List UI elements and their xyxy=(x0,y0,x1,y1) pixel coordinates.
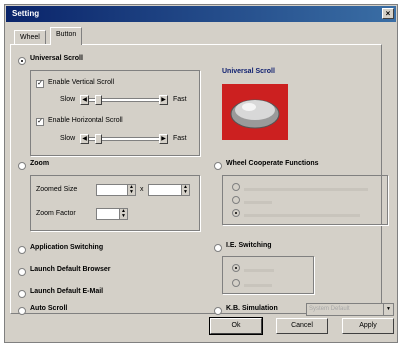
enable-vertical-label: Enable Vertical Scroll xyxy=(48,79,115,86)
ie-switching-radio[interactable] xyxy=(214,244,222,252)
horizontal-slider-left-button[interactable]: ◀ xyxy=(80,134,89,144)
kb-simulation-radio[interactable] xyxy=(214,307,222,315)
window-title: Setting xyxy=(12,9,40,18)
wheel-cooperate-option-2-radio[interactable] xyxy=(232,196,240,204)
apply-button[interactable]: Apply xyxy=(342,318,394,334)
launch-browser-label: Launch Default Browser xyxy=(30,266,111,273)
tab-wheel[interactable]: Wheel xyxy=(14,30,46,44)
wheel-cooperate-option-3-radio[interactable] xyxy=(232,209,240,217)
auto-scroll-radio[interactable] xyxy=(18,307,26,315)
zoomed-width-spin-arrows[interactable]: ▲ ▼ xyxy=(127,185,135,195)
horizontal-slider-right-button[interactable]: ▶ xyxy=(159,134,168,144)
universal-scroll-label: Universal Scroll xyxy=(30,55,83,62)
application-switching-label: Application Switching xyxy=(30,244,104,251)
mouse-wheel-icon xyxy=(230,99,280,129)
tab-button-label: Button xyxy=(56,31,77,38)
wheel-cooperate-radio[interactable] xyxy=(214,162,222,170)
mouse-wheel-preview-image xyxy=(222,84,288,140)
zoom-label: Zoom xyxy=(30,160,50,167)
chevron-down-icon[interactable]: ▼ xyxy=(383,304,393,315)
zoom-factor-label: Zoom Factor xyxy=(36,210,76,217)
vertical-fast-label: Fast xyxy=(173,96,187,103)
ok-button[interactable]: Ok xyxy=(209,317,263,335)
enable-horizontal-label: Enable Horizontal Scroll xyxy=(48,117,123,124)
enable-vertical-checkbox[interactable]: ✓ xyxy=(36,80,44,88)
zoom-factor-spin-arrows[interactable]: ▲ ▼ xyxy=(119,209,127,219)
vertical-slider-thumb[interactable] xyxy=(95,95,103,105)
wheel-cooperate-option-1-text xyxy=(244,181,368,191)
cancel-button[interactable]: Cancel xyxy=(276,318,328,334)
zoomed-size-x-label: x xyxy=(140,186,144,193)
ie-switching-option-2-radio[interactable] xyxy=(232,279,240,287)
vertical-slow-label: Slow xyxy=(60,96,76,103)
vertical-slider-track xyxy=(80,98,168,102)
launch-email-radio[interactable] xyxy=(18,290,26,298)
horizontal-speed-slider[interactable]: ◀ ▶ xyxy=(80,134,168,144)
auto-scroll-label: Auto Scroll xyxy=(30,305,68,312)
zoomed-height-spinner[interactable]: ▲ ▼ xyxy=(148,184,190,196)
kb-simulation-select[interactable]: System Default ▼ xyxy=(306,303,394,316)
vertical-slider-left-button[interactable]: ◀ xyxy=(80,95,89,105)
kb-simulation-label: K.B. Simulation xyxy=(226,305,278,312)
ie-switching-label: I.E. Switching xyxy=(226,242,272,249)
application-switching-radio[interactable] xyxy=(18,246,26,254)
wheel-cooperate-label: Wheel Cooperate Functions xyxy=(226,160,319,167)
close-button[interactable]: × xyxy=(382,8,394,19)
vertical-speed-slider[interactable]: ◀ ▶ xyxy=(80,95,168,105)
horizontal-slider-thumb[interactable] xyxy=(95,134,103,144)
zoom-factor-spinner[interactable]: ▲ ▼ xyxy=(96,208,128,220)
wheel-cooperate-option-1-radio[interactable] xyxy=(232,183,240,191)
horizontal-slow-label: Slow xyxy=(60,135,76,142)
ie-switching-option-2-text xyxy=(244,277,272,287)
horizontal-slider-track xyxy=(80,137,168,141)
preview-title: Universal Scroll xyxy=(222,68,275,75)
zoomed-width-spinner[interactable]: ▲ ▼ xyxy=(96,184,136,196)
vertical-slider-right-button[interactable]: ▶ xyxy=(159,95,168,105)
launch-browser-radio[interactable] xyxy=(18,268,26,276)
tab-wheel-label: Wheel xyxy=(20,34,40,41)
zoom-radio[interactable] xyxy=(18,162,26,170)
ie-switching-option-1-radio[interactable] xyxy=(232,264,240,272)
tab-button[interactable]: Button xyxy=(50,27,83,45)
zoomed-size-label: Zoomed Size xyxy=(36,186,78,193)
wheel-cooperate-option-2-text xyxy=(244,194,272,204)
wheel-cooperate-option-3-text xyxy=(244,207,360,217)
universal-scroll-radio[interactable] xyxy=(18,57,26,65)
zoomed-height-spin-arrows[interactable]: ▲ ▼ xyxy=(181,185,189,195)
launch-email-label: Launch Default E-Mail xyxy=(30,288,104,295)
kb-simulation-select-value: System Default xyxy=(309,306,350,312)
enable-horizontal-checkbox[interactable]: ✓ xyxy=(36,118,44,126)
ie-switching-option-1-text xyxy=(244,262,274,272)
horizontal-fast-label: Fast xyxy=(173,135,187,142)
title-bar: Setting × xyxy=(6,6,396,22)
